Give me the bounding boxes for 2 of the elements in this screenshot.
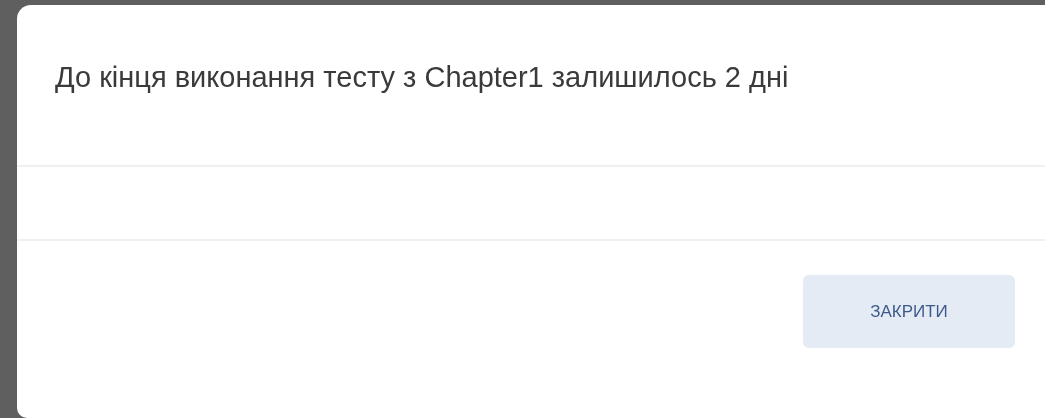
dialog-message: До кінця виконання тесту з Chapter1 залишилось 2 дні [54, 60, 790, 95]
close-button[interactable]: ЗАКРИТИ [803, 275, 1015, 348]
